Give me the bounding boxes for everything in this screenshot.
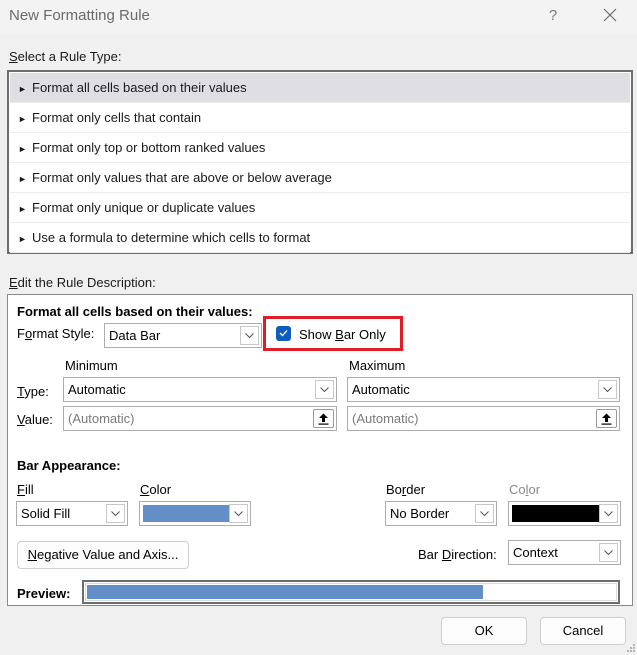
dialog-title: New Formatting Rule (9, 7, 150, 24)
collapse-dialog-icon (601, 413, 612, 425)
close-icon (603, 8, 617, 22)
help-button[interactable]: ? (541, 5, 565, 27)
show-bar-only-checkbox[interactable] (276, 326, 291, 341)
bar-direction-dropdown-button[interactable] (599, 543, 618, 562)
chevron-down-icon (604, 511, 613, 517)
type-label: Type: (17, 384, 49, 399)
rule-type-item[interactable]: ► Use a formula to determine which cells … (10, 223, 630, 253)
negative-value-axis-button[interactable]: Negative Value and Axis... (17, 541, 189, 569)
cancel-button[interactable]: Cancel (540, 617, 626, 645)
fill-color-picker[interactable] (139, 501, 251, 526)
bar-appearance-heading: Bar Appearance: (17, 458, 121, 473)
minimum-type-select[interactable]: Automatic (63, 377, 337, 402)
border-type-dropdown-button[interactable] (475, 504, 494, 523)
triangle-right-icon: ► (18, 204, 27, 214)
minimum-type-dropdown-button[interactable] (315, 380, 334, 399)
rule-type-item[interactable]: ► Format only top or bottom ranked values (10, 133, 630, 163)
triangle-right-icon: ► (18, 174, 27, 184)
maximum-heading: Maximum (349, 358, 406, 373)
rule-type-item[interactable]: ► Format only cells that contain (10, 103, 630, 133)
minimum-range-picker-button[interactable] (313, 409, 334, 428)
minimum-heading: Minimum (65, 358, 118, 373)
collapse-dialog-icon (318, 413, 329, 425)
checkmark-icon (279, 330, 288, 337)
maximum-value-input[interactable]: (Automatic) (347, 406, 620, 431)
ok-button[interactable]: OK (441, 617, 527, 645)
format-style-select[interactable]: Data Bar (104, 323, 262, 348)
chevron-down-icon (320, 387, 329, 393)
show-bar-only-highlight: Show Bar Only (263, 316, 403, 351)
format-style-label: Format Style: (17, 326, 95, 341)
triangle-right-icon: ► (18, 84, 27, 94)
rule-type-label: Select a Rule Type: (9, 49, 122, 64)
preview-bar-fill (87, 585, 483, 599)
rule-type-item[interactable]: ► Format only values that are above or be… (10, 163, 630, 193)
maximum-type-dropdown-button[interactable] (598, 380, 617, 399)
bar-direction-label: Bar Direction: (418, 547, 497, 562)
chevron-down-icon (604, 550, 613, 556)
fill-type-select[interactable]: Solid Fill (16, 501, 128, 526)
rule-type-item[interactable]: ► Format only unique or duplicate values (10, 193, 630, 223)
close-button[interactable] (596, 4, 624, 28)
chevron-down-icon (111, 511, 120, 517)
value-label: Value: (17, 412, 53, 427)
border-label: Border (386, 482, 426, 497)
fill-color-label: Color (140, 482, 172, 497)
border-type-select[interactable]: No Border (385, 501, 497, 526)
resize-grip-icon[interactable] (626, 643, 636, 653)
triangle-right-icon: ► (18, 144, 27, 154)
chevron-down-icon (234, 511, 243, 517)
chevron-down-icon (480, 511, 489, 517)
format-style-dropdown-button[interactable] (240, 326, 259, 345)
preview-box (82, 580, 620, 604)
fill-label: Fill (17, 482, 34, 497)
fill-color-dropdown-button[interactable] (229, 504, 248, 523)
border-color-swatch (512, 505, 599, 522)
border-color-picker[interactable] (508, 501, 621, 526)
chevron-down-icon (245, 333, 254, 339)
triangle-right-icon: ► (18, 114, 27, 124)
preview-label: Preview: (17, 586, 71, 601)
bar-direction-select[interactable]: Context (508, 540, 621, 565)
chevron-down-icon (603, 387, 612, 393)
border-color-dropdown-button[interactable] (599, 504, 618, 523)
rule-type-item[interactable]: ► Format all cells based on their values (10, 73, 630, 103)
description-heading: Format all cells based on their values: (17, 304, 253, 319)
minimum-value-input[interactable]: (Automatic) (63, 406, 337, 431)
fill-type-dropdown-button[interactable] (106, 504, 125, 523)
maximum-range-picker-button[interactable] (596, 409, 617, 428)
help-icon: ? (548, 7, 558, 24)
border-color-label: Color (509, 482, 541, 497)
show-bar-only-label[interactable]: Show Bar Only (299, 327, 386, 342)
triangle-right-icon: ► (18, 234, 27, 244)
fill-color-swatch (143, 505, 229, 522)
maximum-type-select[interactable]: Automatic (347, 377, 620, 402)
rule-description-label: Edit the Rule Description: (9, 275, 156, 290)
preview-track (85, 583, 617, 601)
rule-type-list[interactable]: ► Format all cells based on their values … (7, 70, 633, 254)
